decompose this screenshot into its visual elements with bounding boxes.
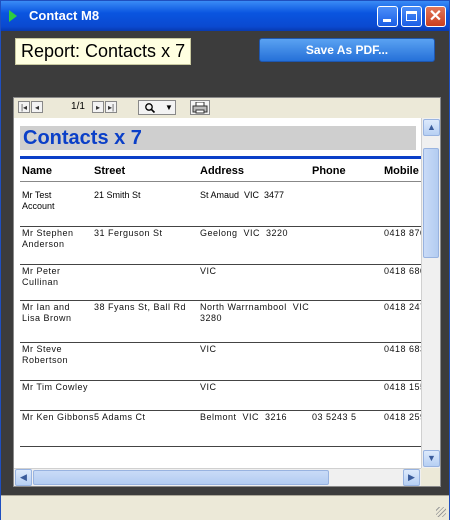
scroll-up-icon[interactable]: ▲: [423, 119, 440, 136]
header-rule: [20, 181, 421, 182]
last-page-icon[interactable]: ▸|: [105, 101, 117, 113]
row-separator: [20, 380, 421, 381]
prev-page-icon[interactable]: ◂: [31, 101, 43, 113]
save-as-pdf-button[interactable]: Save As PDF...: [259, 38, 435, 62]
column-header-mobile: Mobile: [384, 165, 419, 177]
resize-grip-icon[interactable]: [436, 507, 446, 517]
scroll-down-icon[interactable]: ▼: [423, 450, 440, 467]
window-title: Contact M8: [29, 8, 100, 23]
cell-mobile: 0418 155: [384, 382, 421, 392]
maximize-button[interactable]: [401, 6, 422, 27]
scroll-corner: [421, 468, 440, 486]
cell-mobile: 0418 259: [384, 412, 421, 422]
cell-street: 38 Fyans St, Ball Rd: [94, 302, 187, 312]
viewer-toolbar: |◂ ◂ 1/1 ▸ ▸| ▼: [14, 98, 440, 119]
app-window: Contact M8 ✕ Report: Contacts x 7 Save A…: [0, 0, 450, 520]
cell-mobile: 0418 870: [384, 228, 421, 238]
cell-mobile: 0418 247: [384, 302, 421, 312]
title-rule: [20, 156, 421, 159]
cell-name: Mr Ian and Lisa Brown: [22, 302, 72, 323]
row-separator: [20, 342, 421, 343]
title-bar[interactable]: Contact M8 ✕: [1, 1, 449, 31]
horizontal-scrollbar[interactable]: ◀ ▶: [14, 468, 421, 486]
report-viewer: |◂ ◂ 1/1 ▸ ▸| ▼ Contacts x 7 Name Street: [13, 97, 441, 487]
cell-street: 5 Adams Ct: [94, 412, 146, 422]
chevron-down-icon: ▼: [165, 103, 173, 112]
cell-phone: 03 5243 5: [312, 412, 357, 422]
row-separator: [20, 264, 421, 265]
status-bar: [1, 495, 449, 520]
scroll-right-icon[interactable]: ▶: [403, 469, 420, 486]
cell-mobile: 0418 683: [384, 344, 421, 354]
row-separator: [20, 226, 421, 227]
cell-name: Mr Tim Cowley: [22, 382, 89, 392]
row-separator: [20, 300, 421, 301]
row-separator: [20, 410, 421, 411]
print-icon: [192, 102, 208, 114]
column-header-street: Street: [94, 165, 126, 177]
cell-address: North Warrnambool VIC 3280: [200, 302, 310, 323]
vertical-scroll-thumb[interactable]: [423, 148, 439, 258]
row-separator: [20, 446, 421, 447]
cell-name: Mr Peter Cullinan: [22, 266, 61, 287]
cell-address: Belmont VIC 3216: [200, 412, 288, 422]
minimize-icon: [383, 19, 391, 22]
first-page-icon[interactable]: |◂: [18, 101, 30, 113]
close-button[interactable]: ✕: [425, 6, 446, 27]
zoom-icon: [145, 103, 156, 114]
cell-address: St Amaud VIC 3477: [200, 190, 285, 200]
scroll-left-icon[interactable]: ◀: [15, 469, 32, 486]
cell-name: Mr Stephen Anderson: [22, 228, 74, 249]
maximize-icon: [406, 11, 417, 21]
cell-address: VIC: [200, 344, 217, 354]
print-button[interactable]: [190, 100, 210, 115]
horizontal-scroll-thumb[interactable]: [33, 470, 329, 485]
cell-address: Geelong VIC 3220: [200, 228, 289, 238]
column-header-address: Address: [200, 165, 245, 177]
close-icon: ✕: [428, 8, 443, 25]
cell-name: Mr Ken Gibbons: [22, 412, 95, 422]
minimize-button[interactable]: [377, 6, 398, 27]
cell-street: 31 Ferguson St: [94, 228, 163, 238]
column-header-phone: Phone: [312, 165, 346, 177]
vertical-scrollbar[interactable]: ▲ ▼: [421, 118, 440, 468]
cell-address: VIC: [200, 382, 217, 392]
report-page: Contacts x 7 Name Street Address Phone M…: [14, 118, 421, 468]
report-heading: Contacts x 7: [20, 126, 416, 150]
cell-name: Mr Test Account: [22, 190, 55, 211]
column-header-name: Name: [22, 165, 52, 177]
cell-address: VIC: [200, 266, 217, 276]
cell-street: 21 Smith St: [94, 190, 141, 200]
next-page-icon[interactable]: ▸: [92, 101, 104, 113]
app-icon: [9, 10, 17, 22]
zoom-dropdown[interactable]: ▼: [138, 100, 176, 115]
report-title-label: Report: Contacts x 7: [15, 38, 192, 65]
cell-mobile: 0418 680: [384, 266, 421, 276]
cell-name: Mr Steve Robertson: [22, 344, 69, 365]
